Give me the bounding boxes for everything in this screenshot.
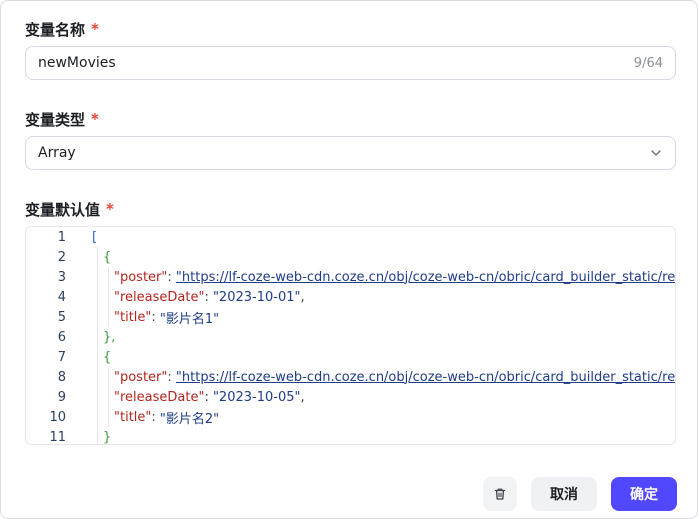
json-string-value: "影片名1" — [159, 311, 220, 327]
json-url-value[interactable]: "https://lf-coze-web-cdn.coze.cn/obj/coz… — [176, 270, 675, 285]
comma: , — [300, 389, 305, 405]
json-key: "releaseDate" — [114, 389, 205, 405]
required-mark: * — [106, 200, 114, 218]
required-mark: * — [91, 110, 99, 128]
json-key: "releaseDate" — [114, 289, 205, 305]
variable-type-select[interactable]: Array — [25, 136, 676, 170]
code-line: 1 [ — [26, 227, 675, 247]
variable-default-label: 变量默认值 * — [25, 199, 114, 219]
line-number: 10 — [49, 409, 66, 425]
variable-name-label-text: 变量名称 — [25, 20, 86, 39]
code-line: 8 "poster" : "https://lf-coze-web-cdn.co… — [26, 367, 675, 387]
colon: : — [151, 409, 160, 425]
json-string-value: "2023-10-01" — [212, 289, 301, 305]
line-number: 11 — [49, 429, 66, 445]
required-mark: * — [91, 20, 99, 38]
variable-default-label-text: 变量默认值 — [25, 200, 101, 219]
json-key: "title" — [114, 309, 152, 325]
colon: : — [204, 389, 213, 405]
colon: : — [167, 369, 176, 385]
json-key: "title" — [114, 409, 152, 425]
colon: : — [204, 289, 213, 305]
line-number: 6 — [57, 329, 66, 345]
code-line: 5 "title" : "影片名1" — [26, 307, 675, 327]
variable-name-value[interactable]: newMovies — [38, 55, 634, 71]
character-counter: 9/64 — [633, 55, 663, 71]
line-number: 8 — [57, 369, 66, 385]
open-brace: { — [103, 349, 112, 365]
confirm-button[interactable]: 确定 — [611, 477, 677, 511]
line-number: 2 — [57, 249, 66, 265]
variable-name-label: 变量名称 * — [25, 19, 99, 39]
variable-name-input[interactable]: newMovies 9/64 — [25, 46, 676, 80]
comma: , — [300, 289, 305, 305]
code-line: 9 "releaseDate" : "2023-10-05" , — [26, 387, 675, 407]
code-line: 7 { — [26, 347, 675, 367]
variable-type-value: Array — [38, 145, 76, 161]
json-url-value[interactable]: "https://lf-coze-web-cdn.coze.cn/obj/coz… — [176, 370, 675, 385]
json-string-value: "影片名2" — [159, 411, 220, 427]
line-number: 7 — [57, 349, 66, 365]
variable-edit-panel: 变量名称 * newMovies 9/64 变量类型 * Array 变量默认值… — [0, 0, 698, 519]
code-line: 10 "title" : "影片名2" — [26, 407, 675, 427]
close-brace: }, — [103, 329, 116, 345]
line-number: 4 — [57, 289, 66, 305]
json-key: "poster" — [114, 369, 168, 385]
line-number: 9 — [57, 389, 66, 405]
cancel-button[interactable]: 取消 — [531, 477, 597, 511]
close-brace: } — [103, 429, 112, 445]
json-string-value: "2023-10-05" — [212, 389, 301, 405]
code-line: 2 { — [26, 247, 675, 267]
variable-type-label: 变量类型 * — [25, 109, 99, 129]
open-bracket: [ — [92, 229, 98, 245]
code-line: 11 } — [26, 427, 675, 445]
open-brace: { — [103, 249, 112, 265]
code-line: 3 "poster" : "https://lf-coze-web-cdn.co… — [26, 267, 675, 287]
json-code-editor[interactable]: 1 [ 2 { 3 "poster" : "https://lf-coze-we… — [25, 226, 676, 445]
chevron-down-icon[interactable] — [649, 146, 663, 160]
code-line: 4 "releaseDate" : "2023-10-01" , — [26, 287, 675, 307]
line-number: 1 — [57, 229, 66, 245]
trash-icon — [494, 488, 506, 500]
code-line: 6 }, — [26, 327, 675, 347]
line-number: 5 — [57, 309, 66, 325]
line-number: 3 — [57, 269, 66, 285]
json-key: "poster" — [114, 269, 168, 285]
delete-button[interactable] — [483, 477, 517, 511]
variable-type-label-text: 变量类型 — [25, 110, 86, 129]
colon: : — [167, 269, 176, 285]
colon: : — [151, 309, 160, 325]
